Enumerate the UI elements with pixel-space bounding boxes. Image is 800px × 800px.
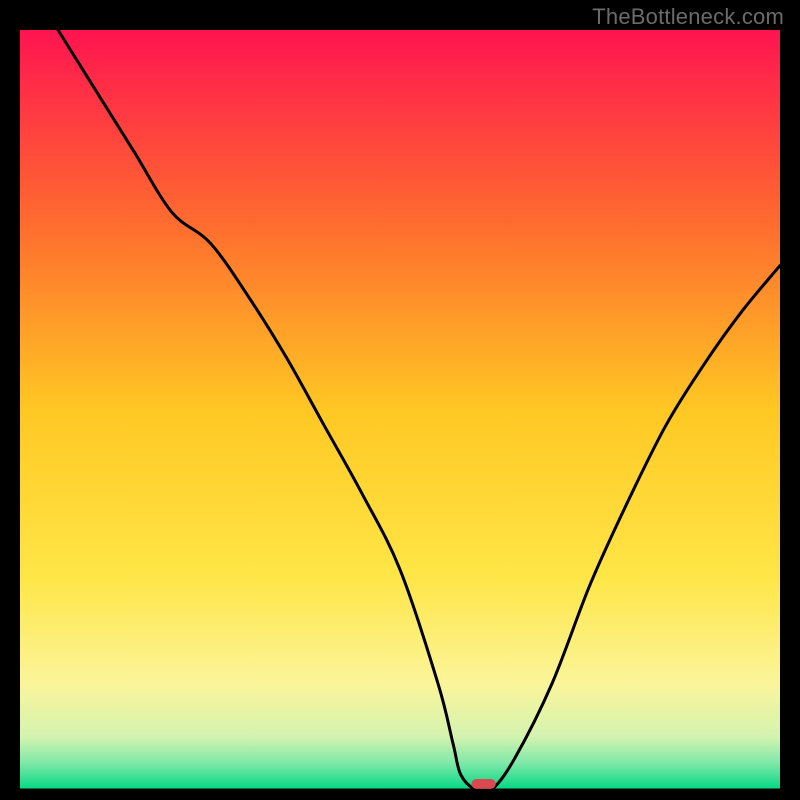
chart-frame: TheBottleneck.com [0,0,800,800]
bottleneck-chart [20,30,780,790]
watermark-label: TheBottleneck.com [592,4,784,30]
chart-background [20,30,780,790]
bottleneck-marker [471,779,495,789]
